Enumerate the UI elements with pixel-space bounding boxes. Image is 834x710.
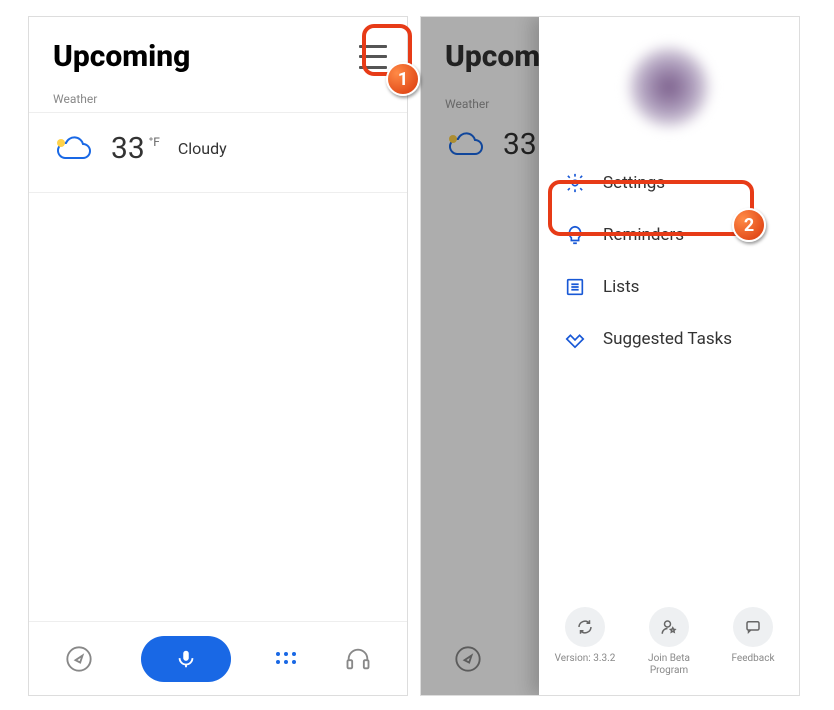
version-button[interactable]: Version: 3.3.2	[545, 607, 625, 677]
menu-item-reminders[interactable]: Reminders	[553, 209, 785, 261]
weather-section-label: Weather	[29, 92, 407, 113]
menu-item-settings[interactable]: Settings	[553, 157, 785, 209]
temperature-unit: °F	[149, 135, 160, 149]
bottom-bar	[29, 621, 407, 695]
headset-icon[interactable]	[341, 642, 375, 676]
chat-icon	[733, 607, 773, 647]
navigation-drawer: Settings Reminders Lists Suggested Tasks	[539, 17, 799, 695]
drawer-bottom: Version: 3.3.2 Join Beta Program Feedbac…	[539, 593, 799, 695]
mic-button[interactable]	[141, 636, 231, 682]
feedback-label: Feedback	[731, 653, 774, 665]
condition-block: Cloudy	[178, 139, 227, 158]
cloud-icon	[53, 134, 93, 164]
header: Upcoming	[29, 17, 407, 92]
gear-icon	[563, 171, 587, 195]
menu-item-suggested-tasks[interactable]: Suggested Tasks	[553, 313, 785, 365]
feedback-button[interactable]: Feedback	[713, 607, 793, 677]
weather-card[interactable]: 33 °F Cloudy	[29, 113, 407, 193]
compass-icon[interactable]	[62, 642, 96, 676]
condition-text: Cloudy	[178, 139, 227, 158]
version-label: Version: 3.3.2	[555, 653, 616, 665]
person-star-icon	[649, 607, 689, 647]
menu-item-lists[interactable]: Lists	[553, 261, 785, 313]
refresh-icon	[565, 607, 605, 647]
menu-item-label: Suggested Tasks	[603, 329, 732, 349]
menu-item-label: Lists	[603, 277, 639, 297]
avatar[interactable]	[629, 47, 709, 127]
menu-item-label: Settings	[603, 173, 665, 193]
temperature-value: 33	[111, 131, 145, 166]
hamburger-menu-icon[interactable]	[359, 45, 387, 69]
join-beta-button[interactable]: Join Beta Program	[629, 607, 709, 677]
screen-upcoming: Upcoming Weather 33 °F Cloudy	[28, 16, 408, 696]
screen-drawer-open: Upcomi Weather 33 °F Settings	[420, 16, 800, 696]
apps-grid-icon[interactable]	[276, 652, 296, 666]
list-icon	[563, 275, 587, 299]
lightbulb-icon	[563, 223, 587, 247]
drawer-menu: Settings Reminders Lists Suggested Tasks	[539, 157, 799, 365]
join-beta-label: Join Beta Program	[648, 653, 690, 677]
handshake-icon	[563, 327, 587, 351]
menu-item-label: Reminders	[603, 225, 684, 245]
temperature: 33 °F	[111, 131, 160, 166]
page-title: Upcoming	[53, 39, 190, 74]
